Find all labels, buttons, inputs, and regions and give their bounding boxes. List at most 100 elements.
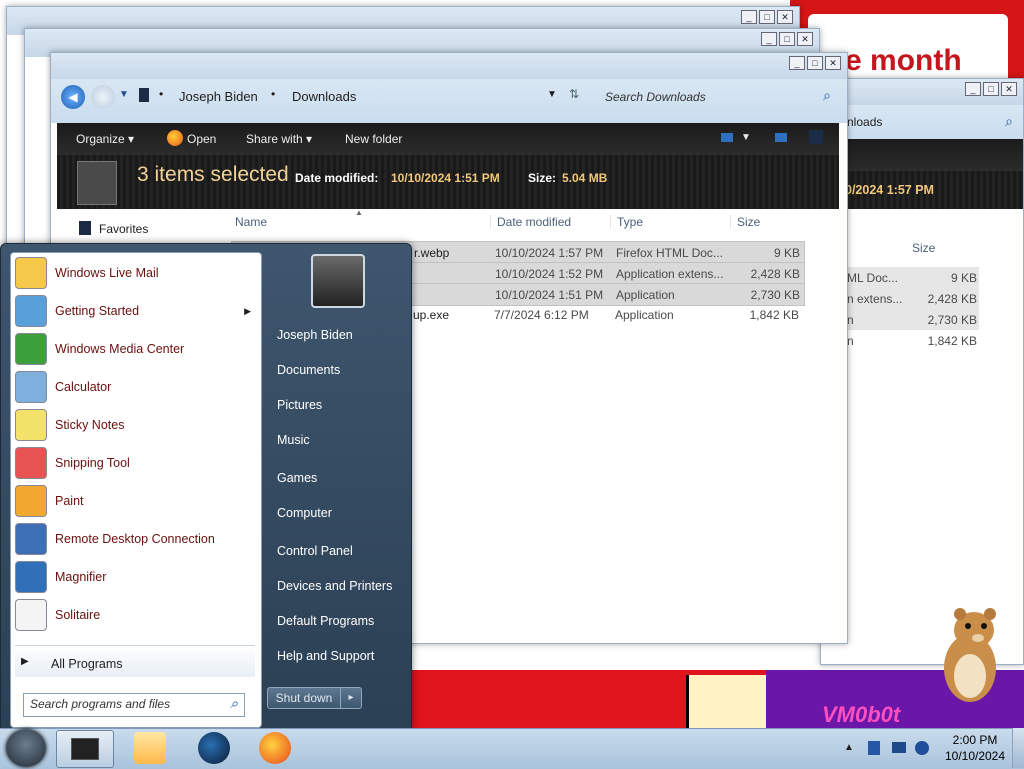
start-search-input[interactable]: Search programs and files ⌕ xyxy=(23,693,245,717)
file-type: Application extens... xyxy=(616,266,724,281)
maximize-icon[interactable]: □ xyxy=(807,56,823,70)
address-dropdown-icon[interactable]: ▼ xyxy=(547,89,557,100)
program-item[interactable]: Calculator xyxy=(11,369,261,405)
minimize-icon[interactable]: _ xyxy=(761,32,777,46)
start-place-devices-and-printers[interactable]: Devices and Printers xyxy=(277,579,392,593)
program-item[interactable]: Paint xyxy=(11,483,261,519)
command-bar: Organize ▾ Open Share with ▾ New folder … xyxy=(57,123,839,155)
start-place-music[interactable]: Music xyxy=(277,433,310,447)
volume-icon[interactable] xyxy=(915,741,929,755)
share-with-button[interactable]: Share with ▾ xyxy=(246,132,312,146)
file-date: 7/7/2024 6:12 PM xyxy=(494,307,589,322)
view-options-icon[interactable] xyxy=(721,133,733,142)
close-icon[interactable]: ✕ xyxy=(777,10,793,24)
program-item[interactable]: Windows Media Center xyxy=(11,331,261,367)
program-item[interactable]: Solitaire xyxy=(11,597,261,633)
maximize-icon[interactable]: □ xyxy=(983,82,999,96)
window-controls: _ □ ✕ xyxy=(761,32,813,46)
program-item[interactable]: Getting Started ▶ xyxy=(11,293,261,329)
title-bar[interactable] xyxy=(51,53,847,79)
file-type: n xyxy=(847,312,854,327)
column-header-size[interactable]: Size xyxy=(730,215,760,229)
view-dropdown-icon[interactable]: ▼ xyxy=(741,132,751,143)
program-item[interactable]: Windows Live Mail xyxy=(11,255,261,291)
wallpaper-corner-text: VM0b0t xyxy=(822,702,901,727)
user-picture[interactable] xyxy=(311,254,365,308)
program-item[interactable]: Sticky Notes xyxy=(11,407,261,443)
back-button[interactable]: ◀ xyxy=(61,85,85,109)
taskbar-explorer-button[interactable] xyxy=(56,730,114,768)
file-size: 2,730 KB xyxy=(927,312,977,327)
breadcrumb-user[interactable]: Joseph Biden xyxy=(179,89,258,104)
maximize-icon[interactable]: □ xyxy=(759,10,775,24)
shutdown-button[interactable]: Shut down xyxy=(267,687,341,709)
program-item[interactable]: Snipping Tool xyxy=(11,445,261,481)
search-icon[interactable]: ⌕ xyxy=(230,695,238,712)
network-icon[interactable] xyxy=(868,741,880,755)
start-button[interactable] xyxy=(6,729,46,767)
organize-button[interactable]: Organize ▾ xyxy=(76,132,134,146)
search-icon[interactable]: ⌕ xyxy=(1005,113,1013,130)
minimize-icon[interactable]: _ xyxy=(741,10,757,24)
favorites-link[interactable]: Favorites xyxy=(99,222,148,236)
program-item[interactable]: Remote Desktop Connection xyxy=(11,521,261,557)
program-label: Windows Live Mail xyxy=(55,266,159,280)
close-icon[interactable]: ✕ xyxy=(1001,82,1017,96)
close-icon[interactable]: ✕ xyxy=(825,56,841,70)
search-icon[interactable]: ⌕ xyxy=(823,87,831,104)
size-value: 5.04 MB xyxy=(562,171,608,185)
shutdown-options-button[interactable]: ▸ xyxy=(340,687,362,709)
background-explorer-window[interactable]: _ □ ✕ nloads ⌕ 0/2024 1:57 PM Size ML Doc.… xyxy=(820,78,1024,665)
history-chevron-icon[interactable]: ▼ xyxy=(119,89,129,100)
breadcrumb-folder[interactable]: Downloads xyxy=(292,89,356,104)
help-icon[interactable] xyxy=(809,130,823,144)
cards-icon xyxy=(15,599,47,631)
start-place-pictures[interactable]: Pictures xyxy=(277,398,322,412)
window-controls: _ □ ✕ xyxy=(789,56,841,70)
arrow-right-icon: ▶ xyxy=(21,656,29,667)
address-bar[interactable]: nloads ⌕ xyxy=(821,105,1023,139)
refresh-icon[interactable]: ⇅ xyxy=(569,87,579,101)
search-input[interactable]: Search Downloads ⌕ xyxy=(597,83,837,109)
forward-button[interactable] xyxy=(91,85,115,109)
toolbar xyxy=(821,139,1023,171)
explorer-icon xyxy=(71,738,99,760)
action-center-icon[interactable] xyxy=(892,742,906,753)
column-header-name[interactable]: Name xyxy=(235,215,267,229)
date-modified-label: Date modified: xyxy=(295,171,379,185)
all-programs-button[interactable]: ▶ All Programs xyxy=(15,651,255,677)
submenu-arrow-icon: ▶ xyxy=(244,305,251,316)
preview-pane-icon[interactable] xyxy=(775,133,787,142)
new-folder-button[interactable]: New folder xyxy=(345,132,402,146)
globe-icon[interactable] xyxy=(198,732,230,764)
column-header-size[interactable]: Size xyxy=(912,241,935,255)
show-desktop-button[interactable] xyxy=(1012,728,1024,768)
start-place-default-programs[interactable]: Default Programs xyxy=(277,614,374,628)
column-header-date[interactable]: Date modified xyxy=(490,215,571,229)
file-type: Application xyxy=(616,287,675,302)
program-item[interactable]: Magnifier xyxy=(11,559,261,595)
column-header-type[interactable]: Type xyxy=(610,215,643,229)
start-place-joseph-biden[interactable]: Joseph Biden xyxy=(277,328,353,342)
start-place-control-panel[interactable]: Control Panel xyxy=(277,544,353,558)
magnifier-icon xyxy=(15,561,47,593)
all-programs-label: All Programs xyxy=(51,657,123,671)
media-player-icon[interactable] xyxy=(134,732,166,764)
start-place-games[interactable]: Games xyxy=(277,471,317,485)
maximize-icon[interactable]: □ xyxy=(779,32,795,46)
close-icon[interactable]: ✕ xyxy=(797,32,813,46)
file-size: 9 KB xyxy=(950,270,977,285)
open-button[interactable]: Open xyxy=(187,132,216,146)
file-size: 2,428 KB xyxy=(750,266,800,281)
minimize-icon[interactable]: _ xyxy=(965,82,981,96)
start-place-documents[interactable]: Documents xyxy=(277,363,340,377)
start-place-help-and-support[interactable]: Help and Support xyxy=(277,649,374,663)
program-label: Paint xyxy=(55,494,84,508)
start-place-computer[interactable]: Computer xyxy=(277,506,332,520)
file-type: ML Doc... xyxy=(847,270,898,285)
minimize-icon[interactable]: _ xyxy=(789,56,805,70)
clock[interactable]: 2:00 PM 10/10/2024 xyxy=(942,732,1008,764)
start-menu: Windows Live Mail Getting Started ▶ Windows… xyxy=(0,243,412,730)
show-hidden-icons-icon[interactable]: ▲ xyxy=(844,742,854,753)
firefox-icon[interactable] xyxy=(259,732,291,764)
